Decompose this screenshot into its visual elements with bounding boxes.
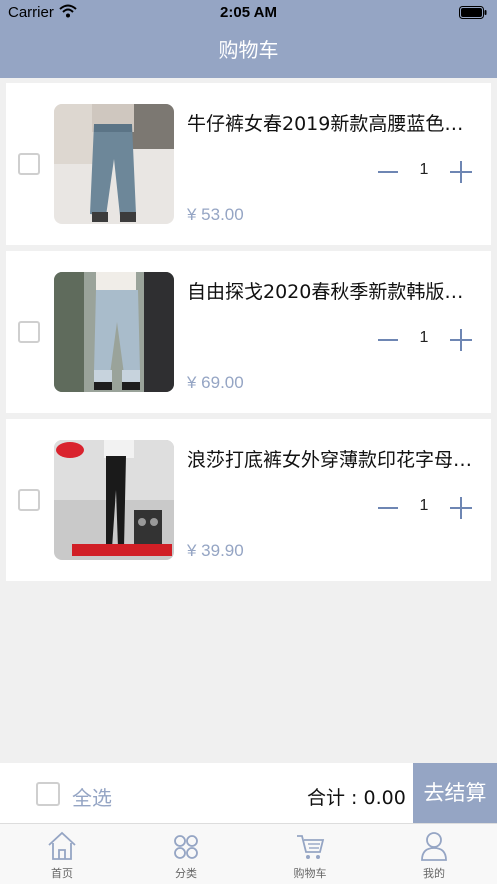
tab-label: 分类 (175, 867, 197, 880)
cart-item: 自由探戈2020春秋季新款韩版宽松直筒牛仔裤 1 ¥ 69.00 (6, 251, 491, 413)
tab-profile[interactable]: 我的 (372, 824, 496, 884)
quantity-value: 1 (419, 329, 429, 346)
cart-list: 牛仔裤女春2019新款高腰蓝色宽松直筒裤 1 ¥ 53.00 自由探戈2020春… (6, 83, 491, 587)
tab-bar: 首页 分类 购物车 我的 (0, 823, 497, 884)
cart-item: 牛仔裤女春2019新款高腰蓝色宽松直筒裤 1 ¥ 53.00 (6, 83, 491, 245)
tab-label: 购物车 (293, 867, 327, 880)
status-bar: Carrier 2:05 AM (0, 0, 497, 26)
quantity-value: 1 (419, 161, 429, 178)
plus-icon[interactable] (450, 329, 472, 351)
tab-cart[interactable]: 购物车 (248, 824, 372, 884)
product-image[interactable] (54, 104, 174, 224)
jeans-photo (54, 104, 174, 224)
nav-bar: 购物车 (0, 26, 497, 78)
product-title[interactable]: 浪莎打底裤女外穿薄款印花字母小脚裤 (187, 445, 477, 472)
quantity-stepper: 1 (378, 495, 478, 521)
tab-label: 首页 (51, 867, 73, 880)
minus-icon[interactable] (378, 507, 398, 509)
product-price: ¥ 69.00 (187, 373, 244, 392)
tab-home[interactable]: 首页 (0, 824, 124, 884)
plus-icon[interactable] (450, 161, 472, 183)
battery-icon (459, 6, 487, 19)
quantity-stepper: 1 (378, 327, 478, 353)
product-title[interactable]: 牛仔裤女春2019新款高腰蓝色宽松直筒裤 (187, 109, 477, 136)
product-price: ¥ 53.00 (187, 205, 244, 224)
clock: 2:05 AM (220, 4, 277, 21)
item-checkbox[interactable] (18, 489, 40, 511)
minus-icon[interactable] (378, 171, 398, 173)
product-title[interactable]: 自由探戈2020春秋季新款韩版宽松直筒牛仔裤 (187, 277, 477, 304)
quantity-stepper: 1 (378, 159, 478, 185)
cart-icon (297, 835, 325, 859)
item-checkbox[interactable] (18, 153, 40, 175)
product-image[interactable] (54, 440, 174, 560)
total-amount: 合计 : 0.00 (307, 787, 406, 809)
minus-icon[interactable] (378, 339, 398, 341)
home-icon (48, 831, 76, 860)
page-title: 购物车 (218, 40, 279, 62)
tab-category[interactable]: 分类 (124, 824, 248, 884)
plus-icon[interactable] (450, 497, 472, 519)
user-icon (421, 832, 447, 861)
product-image[interactable] (54, 272, 174, 392)
cart-item: 浪莎打底裤女外穿薄款印花字母小脚裤 1 ¥ 39.90 (6, 419, 491, 581)
select-all-label[interactable]: 全选 (72, 782, 112, 811)
tab-label: 我的 (423, 867, 445, 880)
checkout-bar: 全选 合计 : 0.00 去结算 (0, 763, 497, 823)
quantity-value: 1 (419, 497, 429, 514)
item-checkbox[interactable] (18, 321, 40, 343)
leggings-photo (54, 440, 174, 560)
product-price: ¥ 39.90 (187, 541, 244, 560)
select-all-checkbox[interactable] (36, 782, 60, 806)
jeans-photo (54, 272, 174, 392)
checkout-button[interactable]: 去结算 (413, 763, 497, 823)
category-icon (174, 835, 198, 859)
